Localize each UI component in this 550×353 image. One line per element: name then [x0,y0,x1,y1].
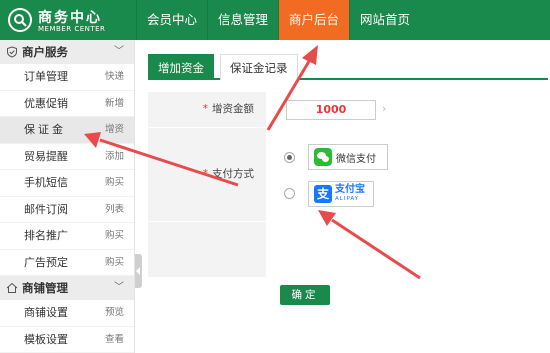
nav-info-management[interactable]: 信息管理 [207,0,278,40]
amount-label-text: 增资金额 [212,103,254,115]
sidebar-item-tag[interactable]: 购买 [105,250,124,277]
sidebar-item-tag[interactable]: 预览 [105,300,124,327]
amount-suffix-icon: › [382,102,387,115]
wechat-icon [314,148,332,166]
sidebar-item-label: 手机短信 [24,176,68,189]
brand-logo[interactable]: 商务中心 MEMBER CENTER [8,6,133,36]
sidebar-item-tag[interactable]: 添加 [105,144,124,171]
amount-label: * 增资金额 [148,92,266,127]
sidebar-item-tag[interactable]: 购买 [105,170,124,197]
section-title: 商户服务 [22,45,68,59]
sidebar-item-label: 订单管理 [24,70,68,83]
wechat-pay-radio[interactable] [284,152,295,163]
sidebar-section-merchant-services[interactable]: 商户服务 ﹀ [0,40,134,64]
sidebar-item-label: 邮件订阅 [24,202,68,216]
sidebar-item-tag[interactable]: 查看 [105,327,124,353]
sidebar-item-label: 广告预定 [24,255,68,269]
sidebar-item-template-settings[interactable]: 模板设置 查看 [0,327,134,353]
sidebar-item-tag[interactable]: 购买 [105,223,124,250]
sidebar-item-deposit[interactable]: 保证金 增资 [0,117,134,144]
alipay-icon: 支 [314,185,332,203]
sidebar-item-label: 贸易提醒 [24,149,68,163]
required-mark: * [202,168,208,180]
home-icon [6,282,18,293]
tab-deposit-records[interactable]: 保证金记录 [220,54,298,80]
sidebar-section-shop-management[interactable]: 商铺管理 ﹀ [0,276,134,300]
sidebar: 商户服务 ﹀ 订单管理 快递 优惠促销 新增 保证金 增资 贸易提醒 添加 手机短信 购买… [0,40,135,353]
sidebar-item-orders[interactable]: 订单管理 快递 [0,64,134,91]
section-title: 商铺管理 [22,281,68,295]
shield-icon [7,46,17,58]
brand-subtitle: MEMBER CENTER [38,25,106,33]
main-content: 增加资金 保证金记录 * 增资金额 1000 › * 支付方式 微信支付 支 支付宝… [142,40,550,353]
brand-title: 商务中心 [38,10,102,26]
sidebar-collapse-handle[interactable] [135,254,142,288]
main-nav: 会员中心 信息管理 商户后台 网站首页 [136,0,420,40]
nav-merchant-backend[interactable]: 商户后台 [278,0,350,40]
tab-bar: 增加资金 保证金记录 [148,54,548,80]
sidebar-item-ranking-promotion[interactable]: 排名推广 购买 [0,223,134,250]
sidebar-item-label: 商铺设置 [24,306,68,319]
sidebar-item-label: 排名推广 [24,229,68,242]
sidebar-item-shop-settings[interactable]: 商铺设置 预览 [0,300,134,327]
sidebar-item-tag[interactable]: 新增 [105,91,124,118]
top-header: 商务中心 MEMBER CENTER 会员中心 信息管理 商户后台 网站首页 [0,0,550,40]
alipay-label: 支付宝 [335,184,365,196]
sidebar-item-label: 模板设置 [24,332,68,346]
payment-label: * 支付方式 [148,128,266,221]
payment-label-text: 支付方式 [212,168,254,180]
logo-search-icon [8,8,32,32]
sidebar-item-sms[interactable]: 手机短信 购买 [0,170,134,197]
wechat-pay-label: 微信支付 [336,153,376,165]
chevron-down-icon: ﹀ [114,46,124,57]
alipay-sublabel: ALIPAY [335,196,360,203]
sidebar-item-tag[interactable]: 增资 [105,117,124,144]
sidebar-item-promotions[interactable]: 优惠促销 新增 [0,91,134,118]
alipay-option[interactable]: 支 支付宝 ALIPAY [308,181,374,207]
sidebar-item-label: 优惠促销 [24,96,68,110]
sidebar-item-ad-booking[interactable]: 广告预定 购买 [0,250,134,277]
sidebar-item-tag[interactable]: 快递 [105,64,124,91]
tab-add-funds[interactable]: 增加资金 [148,54,214,80]
wechat-pay-option[interactable]: 微信支付 [308,144,388,170]
nav-site-home[interactable]: 网站首页 [349,0,420,40]
chevron-down-icon: ﹀ [114,282,124,293]
nav-member-center[interactable]: 会员中心 [136,0,207,40]
sidebar-item-label: 保证金 [24,123,66,136]
confirm-button[interactable]: 确定 [280,285,330,305]
required-mark: * [202,103,208,115]
sidebar-item-email-subscription[interactable]: 邮件订阅 列表 [0,197,134,224]
alipay-radio[interactable] [284,188,295,199]
empty-label-cell [148,222,266,277]
sidebar-item-tag[interactable]: 列表 [105,197,124,224]
sidebar-item-trade-alerts[interactable]: 贸易提醒 添加 [0,144,134,171]
amount-input[interactable]: 1000 [286,100,376,120]
alipay-text-group: 支付宝 ALIPAY [335,185,365,203]
